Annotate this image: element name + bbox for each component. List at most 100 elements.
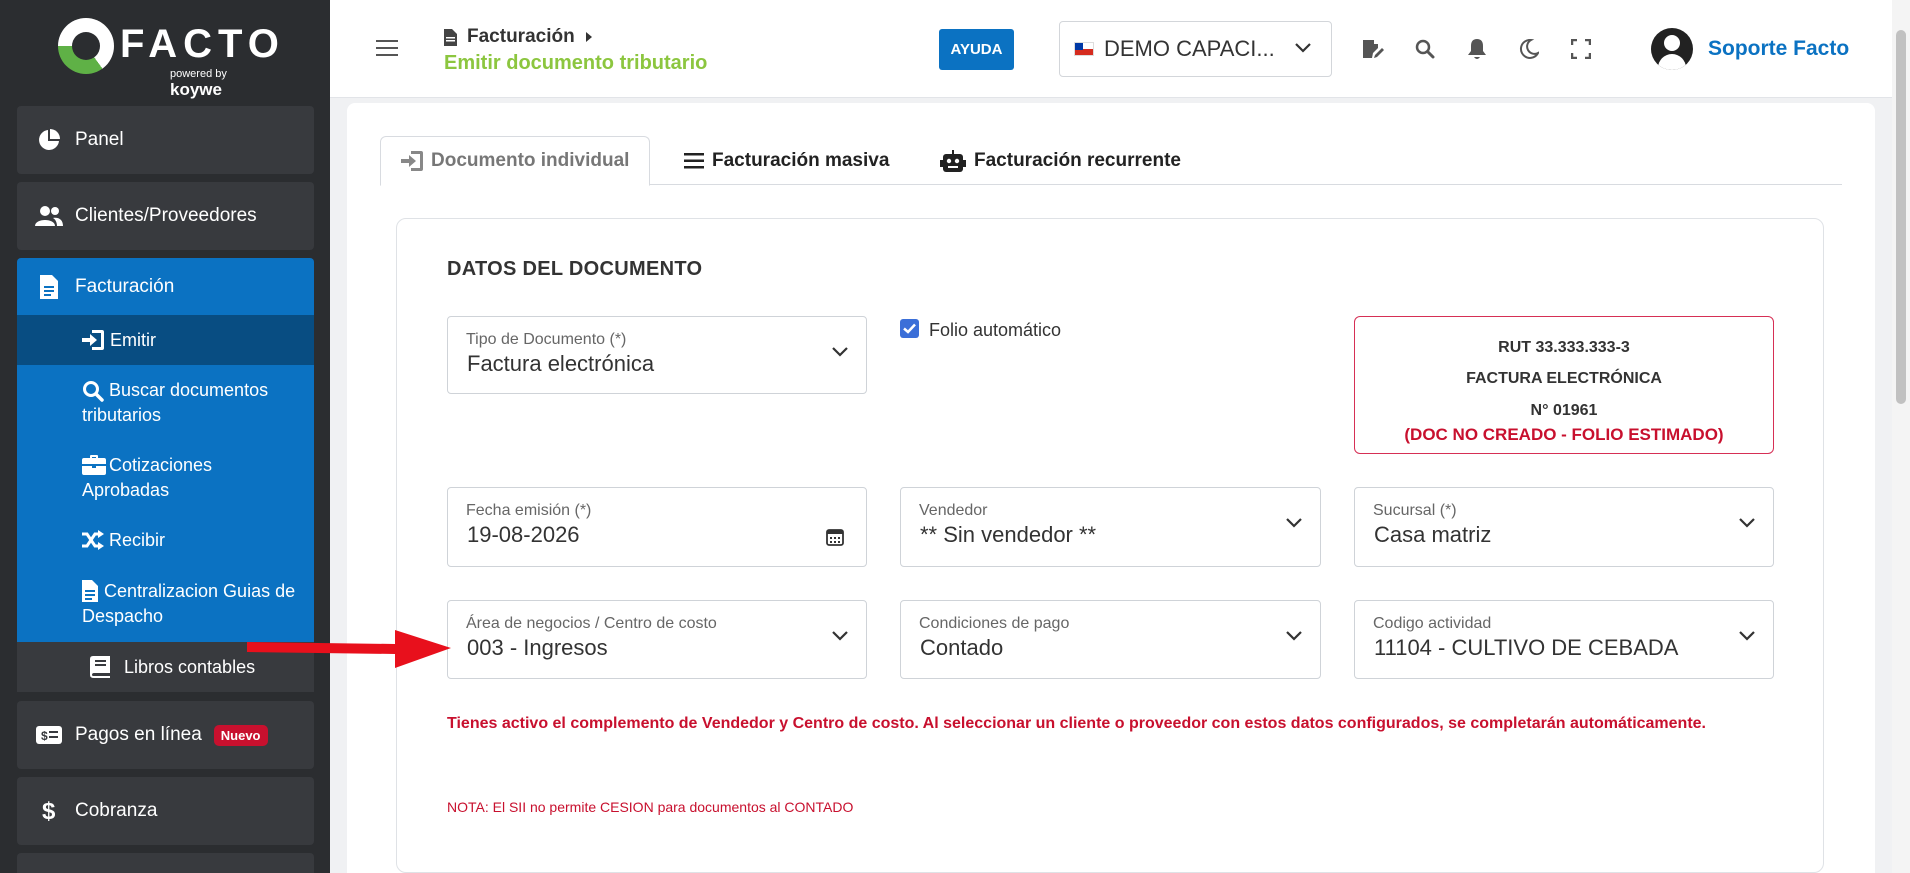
chevron-down-icon: [1286, 631, 1302, 641]
tipo-documento-select[interactable]: Tipo de Documento (*) Factura electrónic…: [447, 316, 867, 394]
field-value: Factura electrónica: [467, 351, 655, 376]
sidebar-item-label: Cobranza: [75, 800, 158, 821]
field-value: ** Sin vendedor **: [920, 522, 1097, 547]
codigo-actividad-select[interactable]: Codigo actividad 11104 - CULTIVO DE CEBA…: [1354, 600, 1774, 679]
sidebar-item-label: Pagos en línea: [75, 724, 202, 745]
check-icon: [903, 323, 916, 334]
submenu-label: Buscar documentos tributarios: [82, 380, 269, 425]
field-label: Área de negocios / Centro de costo: [466, 615, 717, 632]
submenu-label: Recibir: [109, 530, 166, 550]
area-negocios-select[interactable]: Área de negocios / Centro de costo 003 -…: [447, 600, 867, 679]
field-label: Codigo actividad: [1373, 615, 1492, 632]
annotation-arrow: [247, 630, 451, 668]
avatar[interactable]: [1651, 28, 1693, 70]
folio-number: N° 01961: [1530, 402, 1598, 419]
field-value: Casa matriz: [1374, 522, 1492, 547]
tab-label: Facturación masiva: [712, 149, 890, 171]
submenu-label: Emitir: [110, 329, 156, 350]
submenu-item-recibir[interactable]: Recibir: [17, 528, 314, 553]
edit-document-icon[interactable]: [1360, 36, 1386, 62]
dollar-icon: $: [35, 797, 63, 825]
scrollbar-thumb[interactable]: [1896, 30, 1906, 404]
fullscreen-icon[interactable]: [1568, 36, 1594, 62]
document-icon: [35, 273, 63, 301]
calendar-icon[interactable]: [826, 528, 844, 546]
dark-mode-icon[interactable]: [1516, 36, 1542, 62]
vendedor-select[interactable]: Vendedor ** Sin vendedor **: [900, 487, 1321, 567]
company-selector[interactable]: DEMO CAPACI...: [1059, 21, 1332, 77]
logo-powered-word: powered: [170, 68, 213, 80]
logo-powered-by: powered by koywe: [170, 68, 278, 100]
field-value: 19-08-2026: [467, 522, 580, 547]
facto-logo-icon: [58, 18, 114, 74]
book-icon: [90, 656, 110, 678]
submenu-item-buscar[interactable]: Buscar documentos tributarios: [17, 378, 314, 428]
submenu-label: Cotizaciones Aprobadas: [82, 455, 213, 500]
users-icon: [35, 202, 63, 230]
field-label: Sucursal (*): [1373, 502, 1457, 519]
sidebar-item-label: Facturación: [75, 275, 175, 297]
top-header: Facturación Emitir documento tributario …: [330, 0, 1892, 98]
submenu-item-cotizaciones[interactable]: Cotizaciones Aprobadas: [17, 453, 314, 503]
search-icon[interactable]: [1412, 36, 1438, 62]
condiciones-pago-select[interactable]: Condiciones de pago Contado: [900, 600, 1321, 679]
tab-facturacion-masiva[interactable]: Facturación masiva: [664, 136, 909, 185]
sidebar-item-panel[interactable]: Panel: [17, 106, 314, 174]
new-badge: Nuevo: [213, 724, 268, 746]
sucursal-select[interactable]: Sucursal (*) Casa matriz: [1354, 487, 1774, 567]
folio-automatico-label: Folio automático: [929, 320, 1062, 340]
breadcrumb-parent[interactable]: Facturación: [467, 26, 575, 48]
svg-text:$: $: [42, 798, 56, 824]
robot-icon: [940, 149, 966, 172]
sidebar-item-cobranza[interactable]: $ Cobranza: [17, 777, 314, 845]
facto-logo[interactable]: FACTO powered by koywe: [58, 16, 279, 99]
money-icon: $: [35, 721, 63, 749]
sidebar-item-pagos[interactable]: $ Pagos en línea Nuevo: [17, 701, 314, 769]
document-icon: [82, 580, 98, 609]
logo-text: FACTO: [120, 22, 285, 66]
logo-koywe: koywe: [170, 80, 222, 99]
shuffle-icon: [82, 530, 104, 557]
user-name[interactable]: Soporte Facto: [1708, 37, 1849, 61]
chevron-down-icon: [1739, 518, 1755, 528]
tab-bar: Documento individual Facturación masiva …: [380, 136, 1842, 186]
chevron-down-icon: [1739, 631, 1755, 641]
folio-preview-box: RUT 33.333.333-3 FACTURA ELECTRÓNICA N° …: [1354, 316, 1774, 454]
complement-warning: Tienes activo el complemento de Vendedor…: [447, 715, 1706, 732]
chile-flag-icon: [1074, 42, 1094, 56]
breadcrumb: Facturación: [444, 26, 593, 48]
folio-automatico-checkbox[interactable]: [900, 319, 919, 338]
submenu-label: Libros contables: [124, 656, 256, 677]
sign-in-icon: [82, 330, 104, 350]
fecha-emision-field[interactable]: Fecha emisión (*) 19-08-2026: [447, 487, 867, 567]
page-scrollbar[interactable]: [1892, 0, 1910, 873]
folio-doc-type: FACTURA ELECTRÓNICA: [1466, 370, 1662, 387]
company-name: DEMO CAPACI...: [1104, 36, 1275, 61]
briefcase-icon: [82, 455, 106, 482]
submenu-item-emitir[interactable]: Emitir: [17, 315, 314, 365]
sidebar-item-clientes[interactable]: Clientes/Proveedores: [17, 182, 314, 250]
folio-status: (DOC NO CREADO - FOLIO ESTIMADO): [1404, 425, 1724, 444]
sidebar-item-facturacion[interactable]: Facturación: [17, 258, 314, 315]
page-title: Emitir documento tributario: [444, 52, 708, 74]
menu-toggle-icon[interactable]: [376, 40, 398, 58]
field-value: Contado: [920, 635, 1004, 660]
svg-text:$: $: [41, 729, 48, 743]
folio-rut: RUT 33.333.333-3: [1498, 339, 1630, 356]
chevron-down-icon: [832, 347, 848, 357]
chevron-down-icon: [1295, 43, 1311, 53]
header-toolbar: [1360, 36, 1594, 62]
tab-documento-individual[interactable]: Documento individual: [380, 136, 651, 186]
tab-facturacion-recurrente[interactable]: Facturación recurrente: [920, 136, 1201, 185]
logo-by-word: by: [215, 68, 227, 80]
bell-icon[interactable]: [1464, 36, 1490, 62]
list-icon: [684, 152, 704, 168]
field-label: Fecha emisión (*): [466, 502, 592, 519]
field-label: Tipo de Documento (*): [466, 331, 627, 348]
pie-chart-icon: [35, 126, 63, 154]
tab-label: Documento individual: [431, 150, 630, 171]
search-icon: [82, 380, 104, 409]
sidebar-item-more[interactable]: [17, 853, 314, 873]
help-button[interactable]: AYUDA: [939, 29, 1014, 70]
field-label: Vendedor: [919, 502, 988, 519]
